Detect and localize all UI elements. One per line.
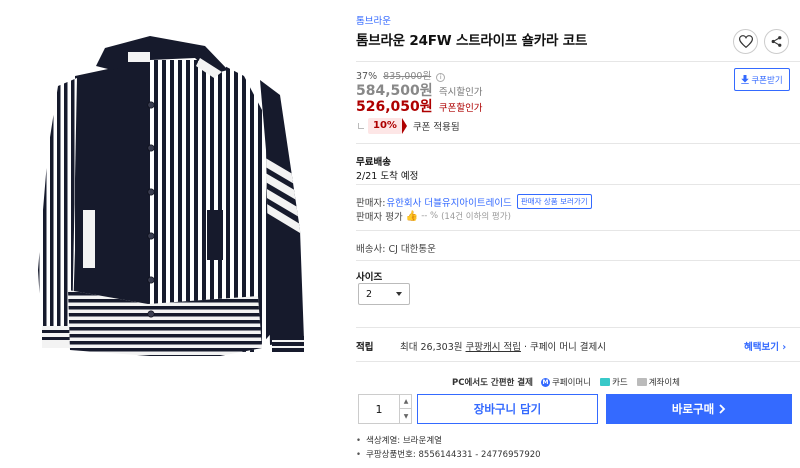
benefit-link[interactable]: 혜택보기 ›: [744, 339, 786, 353]
divider: [356, 230, 800, 231]
divider: [356, 260, 800, 261]
seller-name-link[interactable]: 유한회사 더블유지아이트레이드: [386, 195, 511, 209]
coupon-rate-badge: 10%: [368, 118, 402, 134]
payment-methods-row: PC에서도 간편한 결제 M 쿠페이머니 카드 계좌이체: [452, 376, 689, 388]
add-to-cart-button[interactable]: 장바구니 담기: [417, 394, 598, 424]
seller-rating-row: 판매자 평가 👍 -- % (14건 이하의 평가): [356, 209, 511, 224]
quantity-stepper: 1 ▲ ▼: [358, 394, 412, 424]
coupang-cash-link[interactable]: 쿠팡캐시 적립: [466, 342, 521, 353]
coupon-applied-text: 쿠폰 적용됨: [412, 122, 460, 133]
quantity-steps: ▲ ▼: [399, 395, 412, 423]
hook-icon: [358, 123, 364, 129]
reward-amount: 최대 26,303원: [400, 342, 463, 353]
heart-icon: [738, 35, 753, 48]
delivery-title: 무료배송: [356, 157, 391, 168]
payment-method-label: 카드: [612, 378, 628, 388]
payment-coupay-money: M 쿠페이머니: [540, 376, 592, 388]
shipper-info: 배송사: CJ 대한통운: [356, 244, 436, 255]
payment-method-label: 쿠페이머니: [551, 378, 592, 388]
download-icon: [741, 75, 750, 84]
payment-card: 카드: [600, 376, 628, 388]
reward-text: 최대 26,303원 쿠팡캐시 적립 · 쿠페이 머니 결제시: [400, 339, 606, 353]
coupon-price-label: 쿠폰할인가: [438, 103, 483, 114]
reward-condition: · 쿠페이 머니 결제시: [524, 342, 607, 353]
detail-item: 쿠팡상품번호: 8556144331 - 24776957920: [356, 448, 541, 462]
divider: [356, 327, 800, 328]
bank-icon: [636, 378, 647, 386]
product-info-panel: 톰브라운 톰브라운 24FW 스트라이프 숄카라 코트 37% 835,000원…: [356, 0, 800, 468]
share-button[interactable]: [764, 29, 789, 54]
card-icon: [600, 378, 611, 386]
seller-rating-value: -- %: [421, 211, 439, 221]
coupon-applied-row: 10% 쿠폰 적용됨: [356, 117, 460, 135]
divider: [356, 61, 800, 62]
caret-down-icon: [396, 292, 402, 296]
payment-method-label: 계좌이체: [648, 378, 680, 388]
seller-rating-label: 판매자 평가: [356, 212, 403, 223]
buy-now-button[interactable]: 바로구매: [606, 394, 792, 424]
divider: [356, 184, 800, 185]
product-details-list: 색상계열: 브라운계열 쿠팡상품번호: 8556144331 - 2477695…: [356, 434, 541, 462]
seller-rating-count: (14건 이하의 평가): [441, 212, 511, 222]
tag-tip-icon: [401, 118, 407, 134]
product-image: [0, 0, 338, 468]
coupay-icon: M: [540, 377, 550, 387]
product-title: 톰브라운 24FW 스트라이프 숄카라 코트: [356, 33, 588, 49]
size-label: 사이즈: [356, 272, 383, 283]
coupon-button-label: 쿠폰받기: [751, 75, 783, 86]
cardigan-illustration: [38, 36, 304, 356]
share-icon: [771, 36, 782, 47]
delivery-date: 2/21 도착 예정: [356, 171, 419, 182]
benefit-link-label: 혜택보기: [744, 342, 779, 353]
divider: [356, 361, 800, 362]
divider: [356, 143, 800, 144]
size-select[interactable]: 2: [358, 283, 410, 305]
seller-label: 판매자:: [356, 197, 386, 209]
quantity-increase-button[interactable]: ▲: [400, 395, 412, 409]
like-button[interactable]: [733, 29, 758, 54]
chevron-right-icon: [719, 404, 726, 414]
seller-products-button[interactable]: 판매자 상품 보러가기: [516, 194, 592, 209]
reward-label: 적립: [356, 342, 374, 353]
brand-link[interactable]: 톰브라운: [356, 13, 391, 27]
coupon-download-button[interactable]: 쿠폰받기: [734, 68, 790, 91]
coupon-price: 526,050원: [356, 99, 433, 115]
seller-row: 판매자: 유한회사 더블유지아이트레이드 판매자 상품 보러가기: [356, 194, 592, 209]
quantity-decrease-button[interactable]: ▼: [400, 409, 412, 423]
size-selected-value: 2: [366, 288, 373, 300]
quantity-input[interactable]: 1: [359, 395, 399, 423]
payment-heading: PC에서도 간편한 결제: [452, 378, 533, 388]
payment-bank-transfer: 계좌이체: [636, 376, 680, 388]
thumbs-up-icon: 👍: [405, 210, 419, 222]
buy-now-label: 바로구매: [671, 402, 715, 416]
detail-item: 색상계열: 브라운계열: [356, 434, 541, 448]
coupon-price-row: 526,050원 쿠폰할인가: [356, 96, 483, 116]
chevron-right-icon: ›: [782, 342, 787, 353]
